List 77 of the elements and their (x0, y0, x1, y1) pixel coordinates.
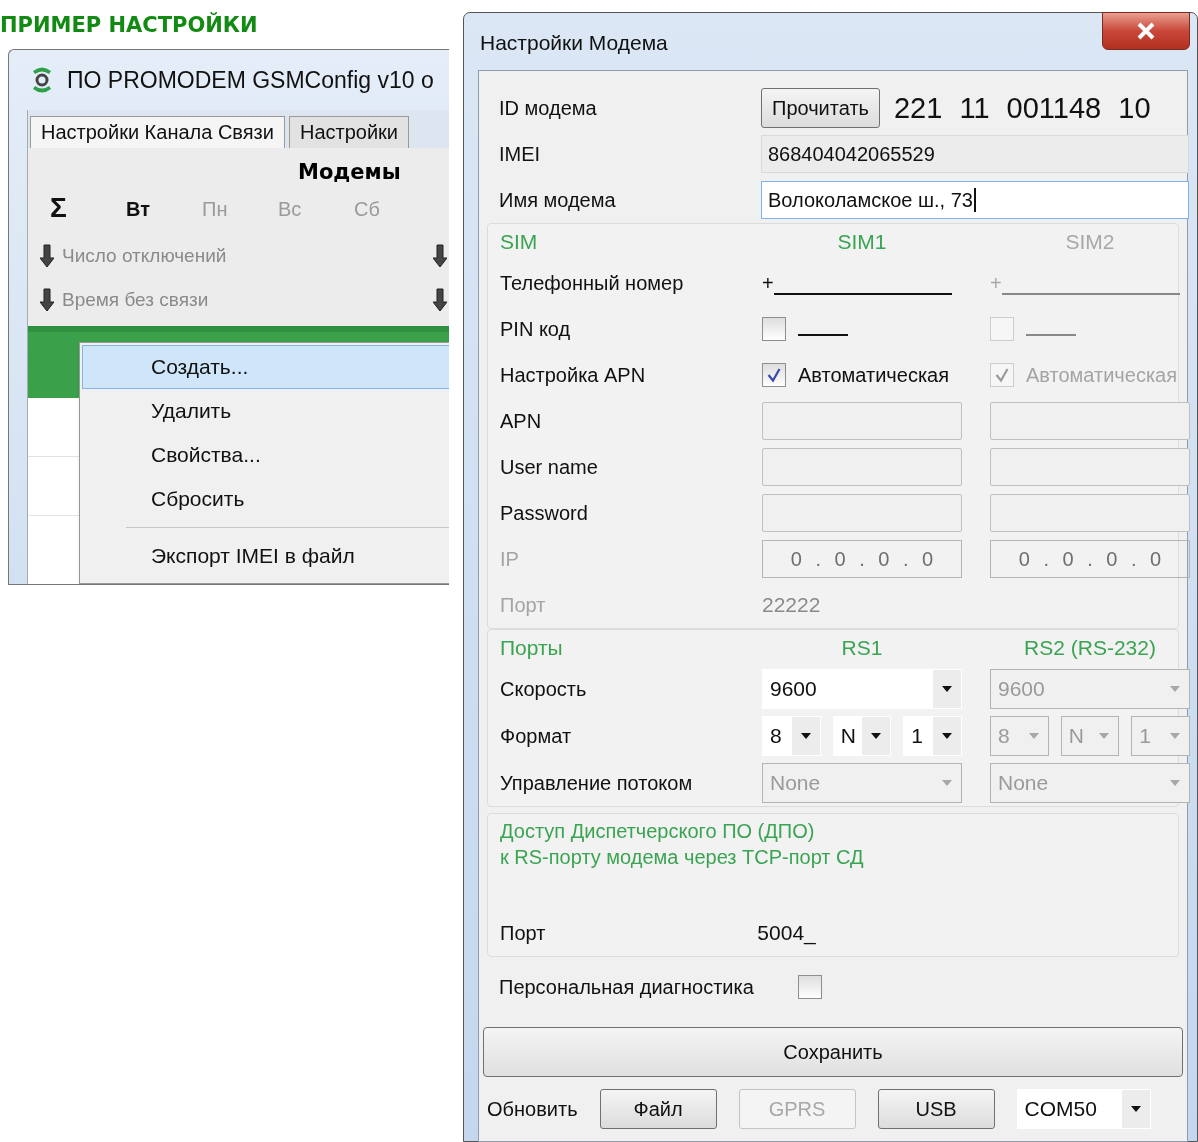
column-header: RS1 (841, 636, 883, 660)
column-header: RS2 (RS-232) (1024, 636, 1156, 660)
field-label: Телефонный номер (500, 271, 685, 295)
menu-item[interactable]: Экспорт IMEI в файл (82, 534, 449, 578)
group-legend: к RS-порту модема через TCP-порт СД (500, 844, 1166, 870)
field-label: IP (500, 547, 520, 571)
column-header: SIM1 (837, 230, 887, 254)
caret-icon (1129, 1105, 1142, 1113)
caret-icon (799, 732, 812, 740)
page-heading: ПРИМЕР НАСТРОЙКИ (0, 11, 259, 39)
day-tab[interactable]: Вт (126, 198, 202, 234)
field-label: Настройка APN (500, 363, 647, 387)
app-logo-icon (31, 65, 53, 95)
menu-item[interactable]: Удалить (82, 389, 449, 433)
menu-item[interactable]: Свойства... (82, 433, 449, 477)
field-label: ID модема (499, 96, 598, 120)
dropdown[interactable]: 9600 (762, 669, 962, 709)
field-label: Персональная диагностика (499, 975, 754, 999)
field-label: Формат (500, 724, 573, 748)
column-header: SIM2 (1065, 230, 1115, 254)
group-legend: Порты (500, 636, 734, 660)
save-button[interactable]: Сохранить (483, 1027, 1183, 1077)
sum-tab[interactable]: Σ (50, 192, 126, 234)
footer-label: Обновить (487, 1097, 578, 1121)
checkbox[interactable] (762, 317, 786, 341)
section-title: Модемы (297, 159, 402, 186)
read-button[interactable]: Прочитать (761, 88, 880, 128)
dropdown[interactable]: 8 (762, 716, 821, 756)
caret-icon (941, 732, 953, 740)
caret-icon (1169, 779, 1181, 787)
footer-button[interactable]: USB (877, 1089, 995, 1129)
field-label: APN (500, 409, 543, 433)
caret-icon (1169, 732, 1181, 740)
group-legend: Доступ Диспетчерского ПО (ДПО) (500, 818, 1166, 844)
field-label: User name (500, 455, 599, 479)
check-icon (994, 367, 1010, 383)
dialog-title: Настройки Модема (480, 31, 668, 55)
field-label: Password (500, 501, 589, 525)
port-value: 22222 (762, 593, 822, 617)
name-field[interactable]: Волоколамское ш., 73 (761, 181, 1189, 219)
tab[interactable]: Настройки (288, 116, 409, 148)
down-arrow-icon[interactable] (433, 288, 447, 312)
field-label: Порт (500, 921, 546, 945)
field-label: Имя модема (499, 188, 617, 212)
field-label: Скорость (500, 677, 588, 701)
caret-icon (941, 779, 953, 787)
caret-icon (1098, 732, 1111, 740)
field-label: IMEI (499, 142, 542, 166)
dropdown[interactable]: 1 (903, 716, 962, 756)
close-icon (1136, 22, 1156, 40)
caret-icon (1027, 732, 1040, 740)
caret-icon (1169, 685, 1181, 693)
field-label: Порт (500, 593, 547, 617)
down-arrow-icon[interactable] (40, 244, 54, 268)
menu-item[interactable]: Создать... (82, 345, 449, 389)
field-label: Управление потоком (500, 771, 694, 795)
tab[interactable]: Настройки Канала Связи (30, 116, 285, 148)
phone-field[interactable]: + (762, 271, 952, 295)
group-legend: SIM (500, 230, 734, 254)
check-icon (766, 367, 782, 383)
modem-id: 221 11 001148 10 (894, 91, 1151, 125)
checkbox[interactable] (797, 975, 822, 999)
checkbox-label: Автоматическая (798, 363, 950, 387)
checkbox[interactable] (762, 363, 786, 387)
dropdown[interactable]: N (832, 716, 892, 756)
down-arrow-icon[interactable] (40, 288, 54, 312)
checkbox-label: Автоматическая (1026, 363, 1178, 387)
dropdown[interactable]: COM50 (1016, 1089, 1151, 1129)
menu-item[interactable]: Сбросить (82, 477, 449, 521)
close-button[interactable] (1102, 12, 1190, 50)
field-label: PIN код (500, 317, 572, 341)
caret-icon (941, 685, 953, 693)
caret-icon (870, 732, 883, 740)
down-arrow-icon[interactable] (433, 244, 447, 268)
window-title: ПО PROMODEM GSMConfig v10 о (67, 66, 434, 94)
footer-button[interactable]: Файл (599, 1089, 717, 1129)
port-value: 5004_ (757, 921, 816, 945)
